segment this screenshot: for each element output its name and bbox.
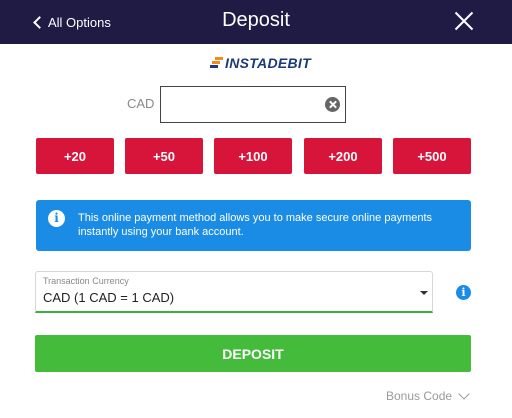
dropdown-caret-icon	[420, 291, 428, 295]
back-to-all-options-link[interactable]: All Options	[32, 12, 111, 32]
quick-amount-button-100[interactable]: +100	[214, 138, 292, 174]
instadebit-logo-mark-icon	[210, 57, 223, 69]
quick-amount-button-50[interactable]: +50	[125, 138, 203, 174]
amount-currency-label: CAD	[127, 96, 155, 111]
deposit-page: All Options Deposit INSTADEBIT CAD +20 +…	[0, 0, 512, 418]
select-value: CAD (1 CAD = 1 CAD)	[43, 290, 175, 305]
bonus-code-toggle[interactable]: Bonus Code	[386, 387, 470, 404]
logo-text: INSTADEBIT	[225, 55, 311, 71]
back-label: All Options	[48, 14, 111, 30]
deposit-button[interactable]: DEPOSIT	[35, 335, 471, 372]
amount-input[interactable]	[160, 86, 346, 123]
header-bar: All Options Deposit	[0, 0, 512, 44]
currency-info-icon[interactable]: i	[456, 285, 471, 300]
quick-amount-button-20[interactable]: +20	[36, 138, 114, 174]
chevron-down-icon	[458, 387, 470, 400]
bonus-code-label: Bonus Code	[386, 389, 453, 403]
quick-amount-button-500[interactable]: +500	[393, 138, 471, 174]
clear-input-icon[interactable]	[325, 97, 340, 112]
quick-amount-button-200[interactable]: +200	[304, 138, 382, 174]
instadebit-logo: INSTADEBIT	[210, 55, 311, 71]
transaction-currency-select[interactable]: Transaction Currency CAD (1 CAD = 1 CAD)	[35, 271, 433, 313]
info-banner-text: This online payment method allows you to…	[78, 212, 433, 238]
info-icon: i	[48, 210, 65, 227]
chevron-left-icon	[33, 15, 46, 29]
close-icon[interactable]	[454, 11, 474, 31]
select-label: Transaction Currency	[43, 276, 129, 286]
info-banner: i This online payment method allows you …	[36, 200, 471, 251]
